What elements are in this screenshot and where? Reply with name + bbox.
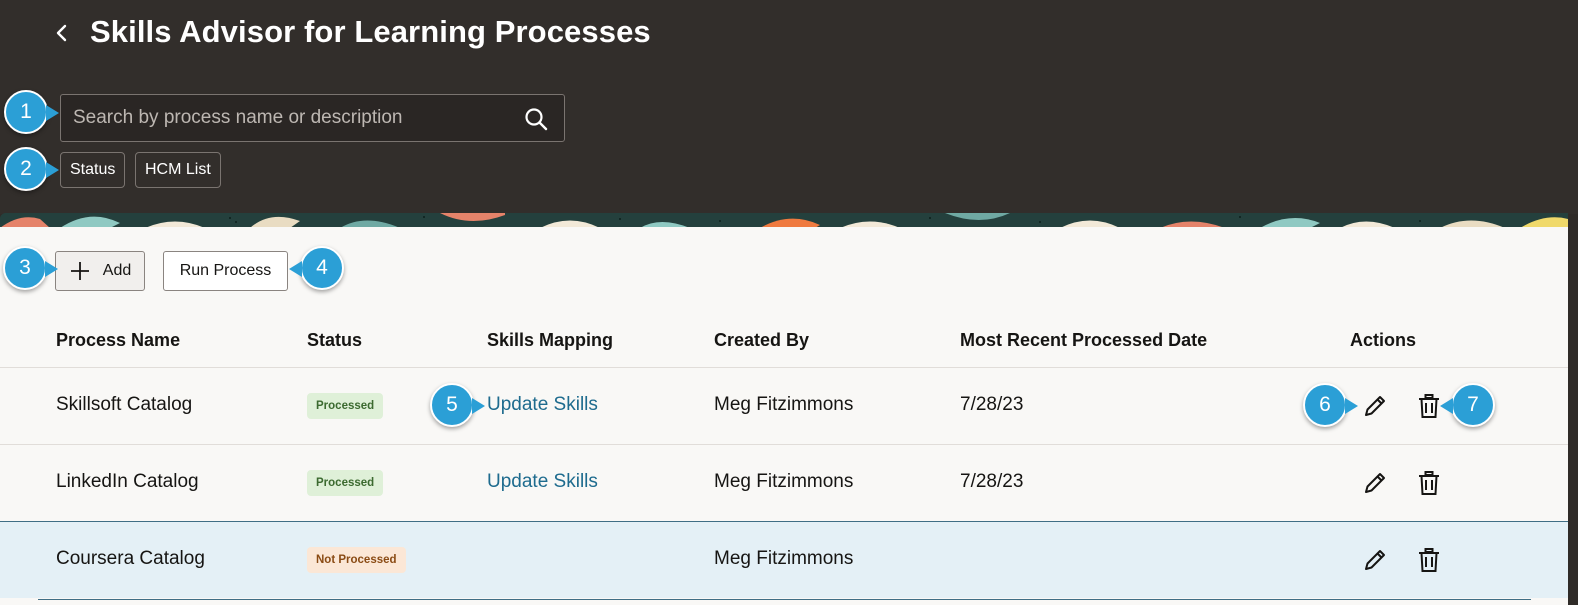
trash-icon[interactable] <box>1415 392 1443 420</box>
add-button[interactable]: Add <box>55 251 145 291</box>
pencil-icon[interactable] <box>1361 546 1389 574</box>
trash-icon[interactable] <box>1415 469 1443 497</box>
created-by-cell: Meg Fitzimmons <box>714 548 854 569</box>
update-skills-link[interactable]: Update Skills <box>487 471 598 493</box>
created-by-cell: Meg Fitzimmons <box>714 394 854 415</box>
column-header-actions: Actions <box>1350 330 1417 350</box>
search-input[interactable] <box>73 95 513 141</box>
pencil-icon[interactable] <box>1361 392 1389 420</box>
callout-1: 1 <box>4 90 59 134</box>
trash-icon[interactable] <box>1415 546 1443 574</box>
status-filter-chip[interactable]: Status <box>60 152 126 188</box>
hcm-list-filter-chip[interactable]: HCM List <box>135 152 221 188</box>
callout-number: 2 <box>20 157 32 180</box>
callout-number: 4 <box>316 256 328 279</box>
callout-number: 1 <box>20 100 32 123</box>
callout-5: 5 <box>430 383 485 427</box>
column-header-skills-mapping[interactable]: Skills Mapping <box>487 330 613 351</box>
search-box[interactable] <box>60 94 565 142</box>
callout-4: 4 <box>289 246 344 290</box>
callout-number: 3 <box>19 256 31 279</box>
update-skills-link[interactable]: Update Skills <box>487 394 598 416</box>
callout-number: 6 <box>1319 393 1331 416</box>
column-header-processed-date[interactable]: Most Recent Processed Date <box>960 330 1207 351</box>
pencil-icon[interactable] <box>1361 469 1389 497</box>
status-badge: Not Processed <box>307 547 406 573</box>
processed-date-cell: 7/28/23 <box>960 394 1024 415</box>
banner-pattern <box>0 213 1568 228</box>
decorative-banner <box>0 213 1568 228</box>
process-name-cell: LinkedIn Catalog <box>56 471 199 492</box>
search-icon[interactable] <box>524 107 548 131</box>
created-by-cell: Meg Fitzimmons <box>714 471 854 492</box>
callout-3: 3 <box>3 246 58 290</box>
add-button-label: Add <box>102 262 132 279</box>
run-process-button[interactable]: Run Process <box>163 251 288 291</box>
column-header-status[interactable]: Status <box>307 330 362 351</box>
callout-number: 7 <box>1467 393 1479 416</box>
column-header-created-by[interactable]: Created By <box>714 330 809 351</box>
plus-icon <box>70 262 89 280</box>
callout-6: 6 <box>1303 383 1358 427</box>
table-row-selected[interactable]: Coursera Catalog Not Processed Meg Fitzi… <box>0 521 1568 600</box>
callout-number: 5 <box>446 393 458 416</box>
page-title: Skills Advisor for Learning Processes <box>90 14 651 49</box>
callout-2: 2 <box>4 147 59 191</box>
page-header: Skills Advisor for Learning Processes St… <box>0 0 1578 214</box>
callout-7: 7 <box>1440 383 1495 427</box>
selected-row-border <box>38 599 1531 600</box>
chevron-left-icon[interactable] <box>52 20 72 46</box>
status-badge: Processed <box>307 470 384 496</box>
processed-date-cell: 7/28/23 <box>960 471 1024 492</box>
column-header-process-name[interactable]: Process Name <box>56 330 180 351</box>
process-name-cell: Skillsoft Catalog <box>56 394 193 415</box>
table-row[interactable]: LinkedIn Catalog Processed Update Skills… <box>0 444 1568 521</box>
status-badge: Processed <box>307 393 384 419</box>
process-name-cell: Coursera Catalog <box>56 548 205 569</box>
